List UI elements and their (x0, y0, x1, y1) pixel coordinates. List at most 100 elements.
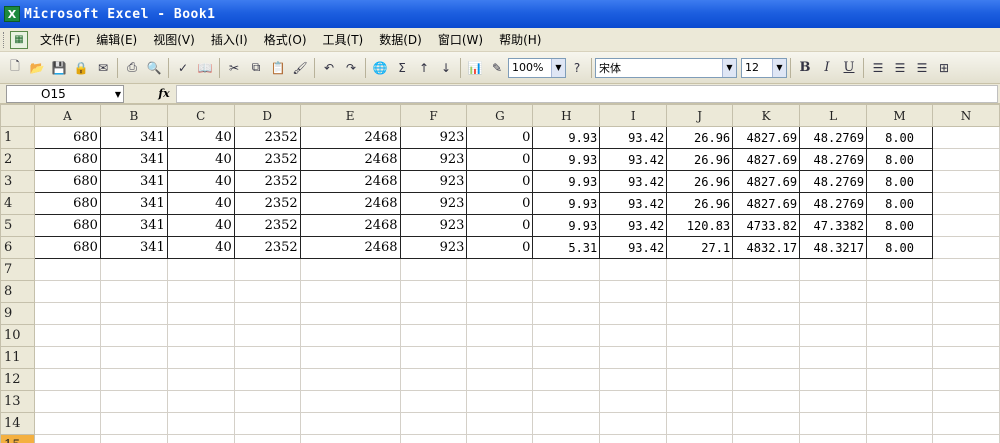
cell-a14[interactable] (33, 412, 101, 435)
cell-c12[interactable] (166, 368, 235, 391)
cell-n11[interactable] (932, 346, 1000, 369)
row-header-9[interactable]: 9 (0, 302, 35, 325)
cell-e2[interactable]: 2468 (299, 148, 401, 171)
cell-h15[interactable] (532, 434, 601, 443)
cell-m12[interactable] (866, 368, 934, 391)
cell-j14[interactable] (666, 412, 734, 435)
cell-h12[interactable] (532, 368, 601, 391)
chevron-down-icon[interactable]: ▼ (551, 58, 565, 77)
paste-icon[interactable]: 📋 (268, 58, 288, 78)
chevron-down-icon[interactable]: ▼ (115, 87, 121, 103)
row-header-1[interactable]: 1 (0, 126, 35, 149)
cell-i14[interactable] (599, 412, 668, 435)
cell-n7[interactable] (932, 258, 1000, 281)
cell-h6[interactable]: 5.31 (532, 236, 601, 259)
column-header-a[interactable]: A (33, 104, 101, 127)
new-icon[interactable]: 🗋 (5, 58, 25, 78)
column-header-n[interactable]: N (932, 104, 1000, 127)
cell-a4[interactable]: 680 (33, 192, 101, 215)
print-icon[interactable]: ⎙ (122, 58, 142, 78)
cell-l6[interactable]: 48.3217 (799, 236, 868, 259)
cell-d5[interactable]: 2352 (233, 214, 301, 237)
cell-c4[interactable]: 40 (166, 192, 235, 215)
column-header-f[interactable]: F (399, 104, 468, 127)
cell-g9[interactable] (466, 302, 534, 325)
cell-h11[interactable] (532, 346, 601, 369)
cell-n13[interactable] (932, 390, 1000, 413)
cell-c14[interactable] (166, 412, 235, 435)
italic-button[interactable]: I (817, 58, 837, 78)
cell-n9[interactable] (932, 302, 1000, 325)
row-header-11[interactable]: 11 (0, 346, 35, 369)
cell-g5[interactable]: 0 (466, 214, 534, 237)
row-header-12[interactable]: 12 (0, 368, 35, 391)
cell-i8[interactable] (599, 280, 668, 303)
menu-grip[interactable] (3, 31, 6, 48)
row-header-15[interactable]: 15 (0, 434, 35, 443)
cell-f13[interactable] (399, 390, 468, 413)
cell-j15[interactable] (666, 434, 734, 443)
cell-a10[interactable] (33, 324, 101, 347)
cell-f4[interactable]: 923 (399, 192, 468, 215)
cell-f9[interactable] (399, 302, 468, 325)
column-header-b[interactable]: B (99, 104, 168, 127)
cell-g14[interactable] (466, 412, 534, 435)
cell-d8[interactable] (233, 280, 301, 303)
cell-f14[interactable] (399, 412, 468, 435)
cell-m11[interactable] (866, 346, 934, 369)
cell-i3[interactable]: 93.42 (599, 170, 668, 193)
cell-g6[interactable]: 0 (466, 236, 534, 259)
column-header-e[interactable]: E (299, 104, 401, 127)
underline-button[interactable]: U (839, 58, 859, 78)
cell-n12[interactable] (932, 368, 1000, 391)
cell-b5[interactable]: 341 (99, 214, 168, 237)
cell-k8[interactable] (732, 280, 801, 303)
cell-n15[interactable] (932, 434, 1000, 443)
cell-i12[interactable] (599, 368, 668, 391)
cell-a3[interactable]: 680 (33, 170, 101, 193)
cell-a13[interactable] (33, 390, 101, 413)
cell-f11[interactable] (399, 346, 468, 369)
cell-n4[interactable] (932, 192, 1000, 215)
cell-a5[interactable]: 680 (33, 214, 101, 237)
cell-h1[interactable]: 9.93 (532, 126, 601, 149)
cell-a12[interactable] (33, 368, 101, 391)
cell-m3[interactable]: 8.00 (866, 170, 934, 193)
cell-f3[interactable]: 923 (399, 170, 468, 193)
cell-m9[interactable] (866, 302, 934, 325)
cell-e11[interactable] (299, 346, 401, 369)
permission-icon[interactable]: 🔒 (71, 58, 91, 78)
align-center-icon[interactable]: ☰ (890, 58, 910, 78)
cell-b8[interactable] (99, 280, 168, 303)
cell-c7[interactable] (166, 258, 235, 281)
cell-f8[interactable] (399, 280, 468, 303)
row-header-6[interactable]: 6 (0, 236, 35, 259)
cell-h13[interactable] (532, 390, 601, 413)
cell-c10[interactable] (166, 324, 235, 347)
cell-i10[interactable] (599, 324, 668, 347)
cell-j4[interactable]: 26.96 (666, 192, 734, 215)
row-header-5[interactable]: 5 (0, 214, 35, 237)
cell-e9[interactable] (299, 302, 401, 325)
row-header-4[interactable]: 4 (0, 192, 35, 215)
column-header-c[interactable]: C (166, 104, 235, 127)
cell-l2[interactable]: 48.2769 (799, 148, 868, 171)
cell-c13[interactable] (166, 390, 235, 413)
cell-e12[interactable] (299, 368, 401, 391)
cell-l5[interactable]: 47.3382 (799, 214, 868, 237)
cell-l8[interactable] (799, 280, 868, 303)
cell-n5[interactable] (932, 214, 1000, 237)
cell-m14[interactable] (866, 412, 934, 435)
row-header-10[interactable]: 10 (0, 324, 35, 347)
cell-b2[interactable]: 341 (99, 148, 168, 171)
cell-j2[interactable]: 26.96 (666, 148, 734, 171)
column-header-g[interactable]: G (466, 104, 534, 127)
cell-i2[interactable]: 93.42 (599, 148, 668, 171)
cell-g11[interactable] (466, 346, 534, 369)
cell-i13[interactable] (599, 390, 668, 413)
cell-m5[interactable]: 8.00 (866, 214, 934, 237)
cell-g2[interactable]: 0 (466, 148, 534, 171)
autosum-icon[interactable]: Σ (392, 58, 412, 78)
cell-i1[interactable]: 93.42 (599, 126, 668, 149)
name-box[interactable]: O15 ▼ (6, 84, 124, 103)
